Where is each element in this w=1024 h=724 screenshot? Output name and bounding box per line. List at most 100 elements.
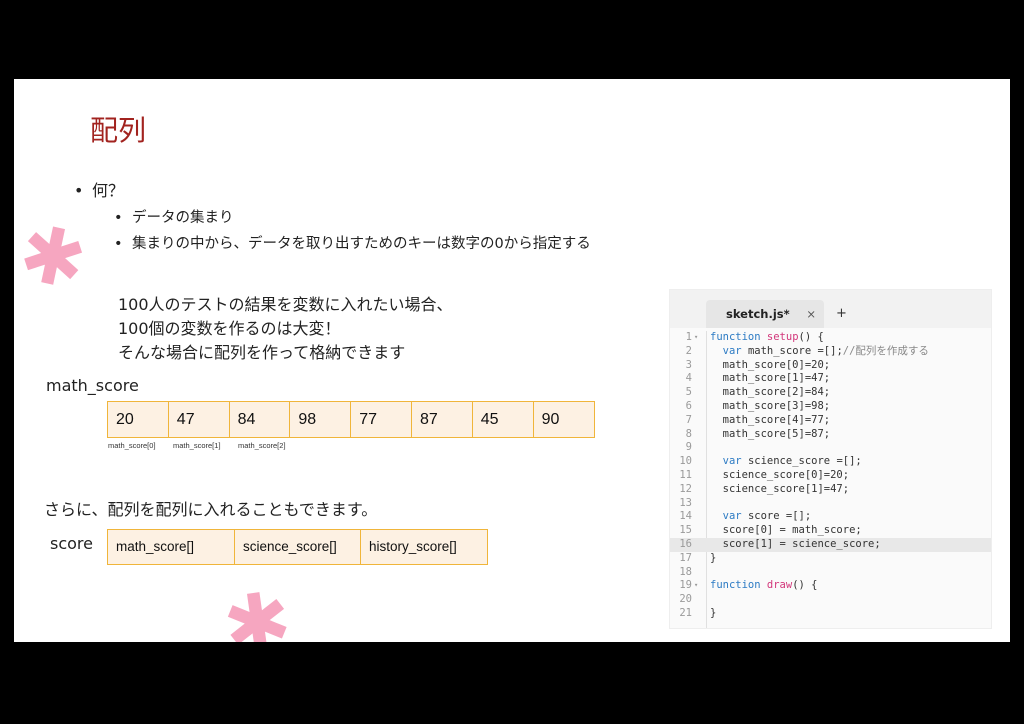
- array-cell: 87: [412, 402, 473, 437]
- code-line[interactable]: 16 score[1] = science_score;: [670, 537, 991, 552]
- code-line[interactable]: 10 var science_score =[];: [670, 455, 991, 469]
- line-number: 11: [679, 468, 692, 481]
- score-cell: math_score[]: [108, 530, 235, 564]
- line-number: 5: [685, 386, 692, 399]
- fold-chevron-icon[interactable]: ▾: [694, 331, 698, 345]
- array-cell: 20: [108, 402, 169, 437]
- fold-chevron-icon[interactable]: ▾: [694, 579, 698, 593]
- index-label: math_score[1]: [173, 441, 221, 450]
- code-editor: sketch.js* × + 1 ▾ function setup() {2 var…: [669, 289, 992, 629]
- line-number: 2: [685, 344, 692, 357]
- code-line[interactable]: 1 ▾ function setup() {: [670, 331, 991, 345]
- code-line[interactable]: 12 science_score[1]=47;: [670, 483, 991, 497]
- code-line[interactable]: 17}: [670, 552, 991, 566]
- code-text: var score =[];: [722, 510, 812, 523]
- code-line[interactable]: 14 var score =[];: [670, 510, 991, 524]
- description-line: 100人のテストの結果を変数に入れたい場合、: [118, 295, 453, 314]
- code-text: function setup() {: [710, 331, 824, 343]
- code-line[interactable]: 19 ▾ function draw() {: [670, 579, 991, 593]
- code-line[interactable]: 2 var math_score =[];//配列を作成する: [670, 345, 991, 359]
- line-number: 8: [685, 427, 692, 440]
- line-number: 21: [679, 606, 692, 619]
- code-line[interactable]: 20: [670, 593, 991, 607]
- index-label: math_score[0]: [108, 441, 156, 450]
- code-line[interactable]: 4 math_score[1]=47;: [670, 372, 991, 386]
- array-cell: 47: [169, 402, 230, 437]
- score-cell: science_score[]: [235, 530, 361, 564]
- code-line[interactable]: 3 math_score[0]=20;: [670, 359, 991, 373]
- description: 100人のテストの結果を変数に入れたい場合、 100個の変数を作るのは大変！ そ…: [118, 293, 453, 365]
- code-line[interactable]: 9: [670, 441, 991, 455]
- line-number: 14: [679, 510, 692, 523]
- line-number: 18: [679, 565, 692, 578]
- code-line[interactable]: 13: [670, 497, 991, 511]
- line-number: 19: [679, 579, 692, 592]
- code-text: math_score[4]=77;: [710, 413, 831, 426]
- code-text: science_score[0]=20;: [710, 468, 850, 481]
- line-number: 4: [685, 372, 692, 385]
- code-text: science_score[1]=47;: [710, 482, 850, 495]
- array-cell: 84: [230, 402, 291, 437]
- close-icon[interactable]: ×: [806, 300, 816, 328]
- code-text: math_score[5]=87;: [710, 427, 831, 440]
- line-number: 3: [685, 358, 692, 371]
- code-line[interactable]: 8 math_score[5]=87;: [670, 428, 991, 442]
- code-text: math_score[0]=20;: [710, 358, 831, 371]
- code-text: math_score[1]=47;: [710, 372, 831, 385]
- score-cell: history_score[]: [369, 539, 457, 554]
- code-text: }: [710, 606, 717, 619]
- line-number: 12: [679, 482, 692, 495]
- code-text: math_score[2]=84;: [710, 386, 831, 399]
- array-cell: 98: [290, 402, 352, 437]
- code-line[interactable]: 11 science_score[0]=20;: [670, 469, 991, 483]
- sub-bullet-list: データの集まり 集まりの中から、データを取り出すためのキーは数字の0から指定する: [114, 205, 591, 257]
- bullet-list: 何？ データの集まり 集まりの中から、データを取り出すためのキーは数字の0から指…: [74, 179, 591, 257]
- slide: ✱ ✱ 配列 何？ データの集まり 集まりの中から、データを取り出すためのキーは…: [14, 79, 1010, 642]
- array-cell: 45: [473, 402, 534, 437]
- line-number: 10: [679, 455, 692, 468]
- sub-bullet-item: 集まりの中から、データを取り出すためのキーは数字の0から指定する: [114, 231, 591, 257]
- array-cell: 90: [541, 411, 560, 428]
- code-text: math_score[3]=98;: [710, 399, 831, 412]
- nested-array-text: さらに、配列を配列に入れることもできます。: [44, 500, 378, 519]
- line-number: 20: [679, 593, 692, 606]
- line-number: 17: [679, 551, 692, 564]
- line-number: 7: [685, 413, 692, 426]
- code-text: score[0] = math_score;: [710, 524, 862, 537]
- sub-bullet-item: データの集まり: [114, 205, 591, 231]
- math-score-array: 20 47 84 98 77 87 45 90: [107, 401, 596, 438]
- line-number: 15: [679, 524, 692, 537]
- slide-title: 配列: [90, 114, 147, 147]
- code-text: function draw() {: [710, 579, 818, 592]
- code-text: score[1] = science_score;: [710, 537, 881, 550]
- editor-tab-bar: sketch.js* × +: [670, 290, 991, 328]
- index-label: math_score[2]: [238, 441, 286, 450]
- code-line[interactable]: 6 math_score[3]=98;: [670, 400, 991, 414]
- code-text: }: [710, 551, 717, 564]
- line-number: 6: [685, 399, 692, 412]
- code-text: var math_score =[];//配列を作成する: [722, 344, 929, 357]
- code-line[interactable]: 7 math_score[4]=77;: [670, 414, 991, 428]
- tab-label: sketch.js*: [726, 307, 790, 321]
- line-number: 1: [685, 331, 692, 343]
- score-label: score: [50, 534, 93, 553]
- score-array: math_score[] science_score[] history_sco…: [107, 529, 488, 565]
- asterisk-decoration-bottom: ✱: [217, 572, 298, 642]
- add-tab-button[interactable]: +: [836, 306, 847, 321]
- code-line[interactable]: 5 math_score[2]=84;: [670, 386, 991, 400]
- code-text: var science_score =[];: [722, 455, 862, 468]
- code-area[interactable]: 1 ▾ function setup() {2 var math_score =[]…: [670, 331, 991, 621]
- bullet-main-text: 何？: [92, 181, 125, 200]
- code-line[interactable]: 21}: [670, 607, 991, 621]
- bullet-main: 何？ データの集まり 集まりの中から、データを取り出すためのキーは数字の0から指…: [74, 179, 591, 257]
- code-line[interactable]: 15 score[0] = math_score;: [670, 524, 991, 538]
- line-number: 13: [679, 496, 692, 509]
- tab-sketch-js[interactable]: sketch.js* ×: [706, 300, 824, 328]
- array-cell: 77: [351, 402, 412, 437]
- line-number: 16: [679, 537, 692, 550]
- math-score-label: math_score: [46, 376, 139, 395]
- line-number: 9: [685, 441, 692, 454]
- description-line: そんな場合に配列を作って格納できます: [118, 343, 406, 362]
- description-line: 100個の変数を作るのは大変！: [118, 319, 341, 338]
- code-line[interactable]: 18: [670, 566, 991, 580]
